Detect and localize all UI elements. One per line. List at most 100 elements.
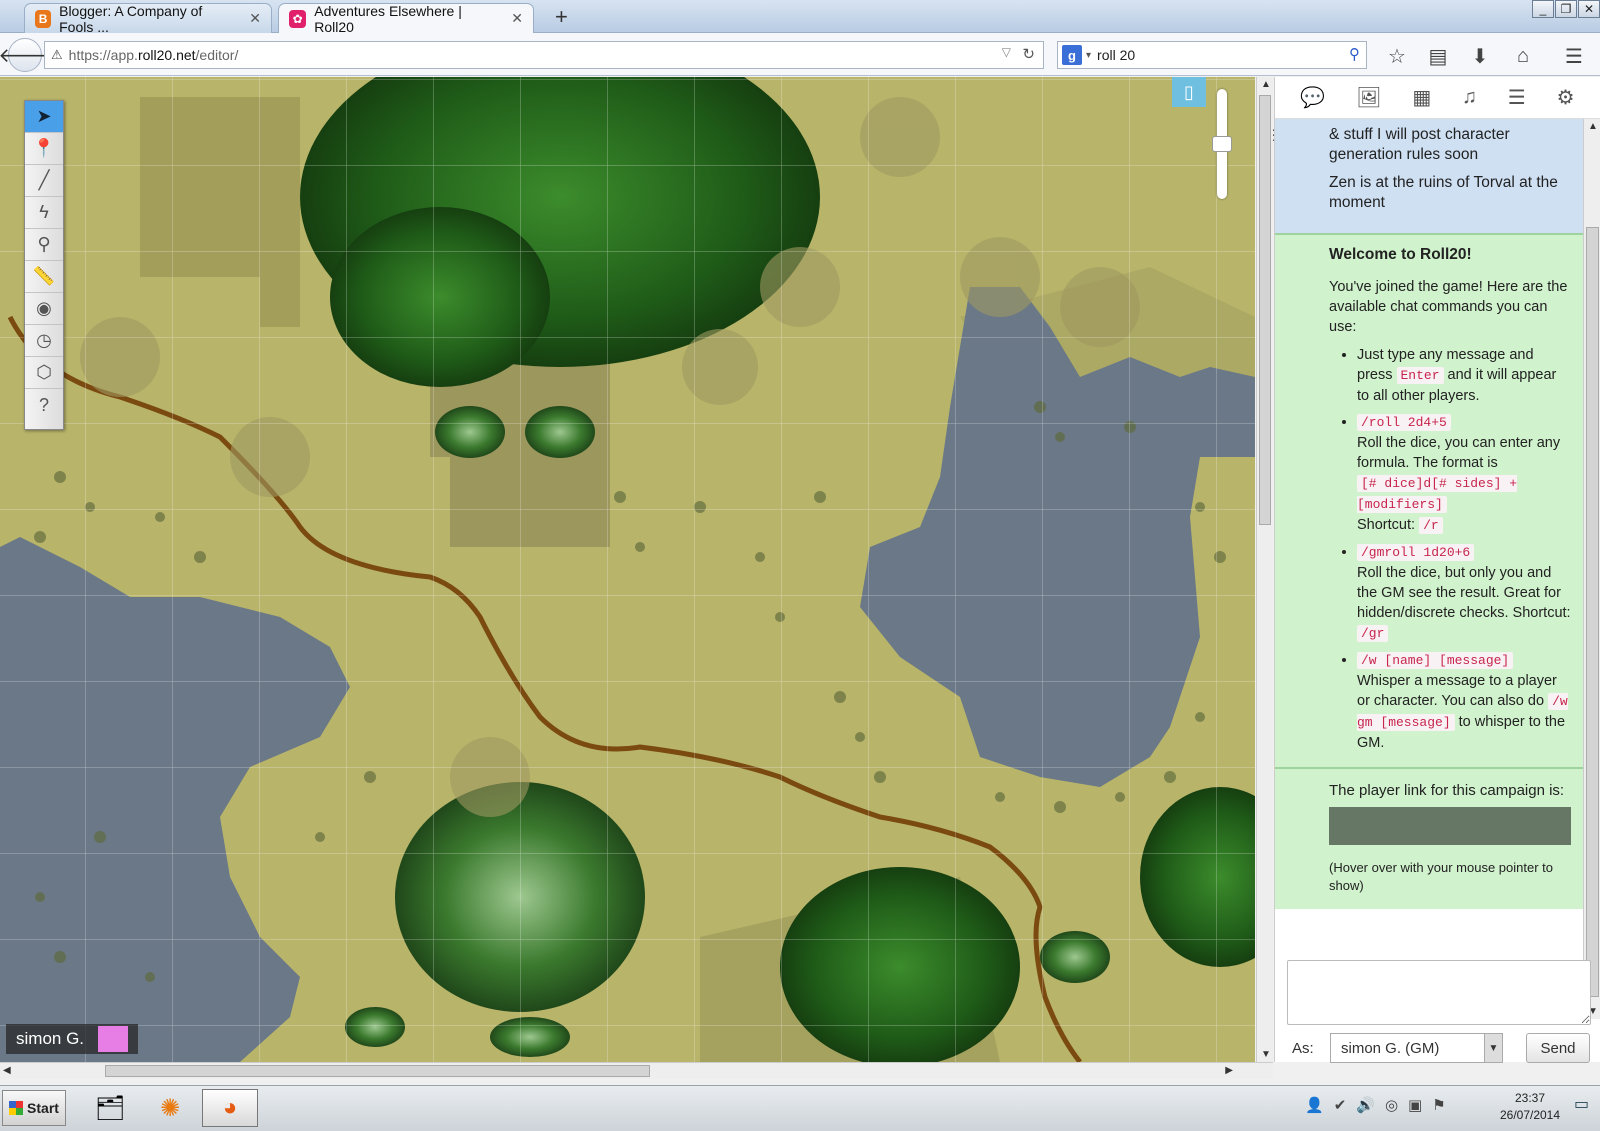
art-library-tab-icon[interactable]: 🖼	[1356, 85, 1381, 110]
player-link-label: The player link for this campaign is:	[1329, 782, 1565, 799]
scroll-up-icon[interactable]: ▲	[1588, 121, 1598, 132]
volume-icon[interactable]: 🔊	[1356, 1096, 1375, 1114]
show-desktop-icon[interactable]: ▭	[1574, 1094, 1594, 1122]
fog-tool[interactable]: ◉	[25, 293, 63, 325]
search-engine-dropdown-icon[interactable]: ▾	[1086, 50, 1091, 61]
journal-tab-icon[interactable]: ▦	[1412, 85, 1431, 110]
search-icon[interactable]: ⚲	[1349, 45, 1360, 63]
close-window-button[interactable]: ✕	[1578, 0, 1600, 18]
list-item: /gmroll 1d20+6 Roll the dice, but only y…	[1357, 542, 1571, 644]
welcome-title: Welcome to Roll20!	[1329, 246, 1472, 263]
security-icon[interactable]: ✔	[1334, 1096, 1347, 1114]
restore-button[interactable]: ❐	[1555, 0, 1577, 18]
scroll-thumb[interactable]	[1259, 95, 1271, 525]
scroll-right-icon[interactable]: ▶	[1225, 1065, 1233, 1076]
chat-text: generation rules soon	[1329, 146, 1479, 163]
chat-message: & stuff I will post character generation…	[1275, 119, 1583, 235]
blogger-icon: B	[35, 9, 52, 28]
brush-icon: ╱	[38, 170, 50, 190]
clock-time: 23:37	[1514, 1091, 1546, 1105]
scroll-down-icon[interactable]: ▼	[1261, 1049, 1271, 1060]
taskbar-clock[interactable]: 23:37 26/07/2014	[1490, 1090, 1570, 1124]
zoom-slider[interactable]	[1212, 89, 1232, 199]
speak-as-select[interactable]: simon G. (GM) ▼	[1330, 1033, 1503, 1063]
select-tool[interactable]: ➤	[25, 101, 63, 133]
search-bar[interactable]: g ▾ roll 20 ⚲	[1057, 41, 1367, 69]
scroll-up-icon[interactable]: ▲	[1261, 79, 1271, 90]
player-link-box[interactable]	[1329, 807, 1571, 845]
page-toolbar-toggle[interactable]: ▯	[1172, 77, 1206, 107]
system-tray: 👤 ✔ 🔊 ◎ ▣ ⚑	[1305, 1096, 1446, 1114]
back-button[interactable]: 🡐	[0, 38, 52, 72]
welcome-intro: You've joined the game! Here are the ava…	[1329, 279, 1568, 335]
firefox-taskbar-icon[interactable]: ◕	[202, 1089, 258, 1127]
map-vertical-scrollbar[interactable]: ▲ ▼	[1256, 77, 1273, 1062]
select-icon: ➤	[36, 106, 52, 126]
bookmark-star-icon[interactable]: ☆	[1383, 42, 1411, 70]
eye-icon: ◉	[36, 298, 52, 318]
url-dropdown-icon[interactable]: ▽	[1002, 45, 1011, 59]
turn-order-tool[interactable]: ◷	[25, 325, 63, 357]
send-button[interactable]: Send	[1526, 1033, 1590, 1063]
close-tab-icon[interactable]: ✕	[249, 10, 261, 27]
chat-tab-icon[interactable]: 💬	[1300, 85, 1325, 110]
sidebar-tabs: 💬 🖼 ▦ ♫ ☰ ⚙	[1275, 77, 1600, 119]
url-bar[interactable]: ⚠ https://app. roll20.net/editor/ ▽ ↻	[44, 41, 1044, 69]
tab-blogger[interactable]: B Blogger: A Company of Fools ... ✕	[24, 2, 272, 35]
settings-tab-icon[interactable]: ⚙	[1557, 85, 1575, 110]
explorer-taskbar-icon[interactable]: 🗂	[82, 1089, 138, 1127]
command-code: Enter	[1396, 367, 1444, 384]
fx-tool[interactable]: ϟ	[25, 197, 63, 229]
chat-scrollbar[interactable]: ▲ ▼	[1583, 119, 1600, 1019]
ruler-icon: 📏	[32, 266, 56, 286]
player-link-hint: (Hover over with your mouse pointer to s…	[1329, 860, 1553, 893]
download-icon[interactable]: ⬇	[1466, 42, 1494, 70]
scroll-left-icon[interactable]: ◀	[3, 1065, 11, 1076]
command-list: Just type any message and press Enter an…	[1329, 345, 1571, 753]
command-code: [# dice]d[# sides] + [modifiers]	[1357, 475, 1518, 513]
google-icon[interactable]: g	[1062, 45, 1082, 65]
close-tab-icon[interactable]: ✕	[511, 10, 523, 27]
dice-tool[interactable]: ⬡	[25, 357, 63, 389]
player-color-swatch	[98, 1026, 129, 1052]
update-icon[interactable]: ◎	[1385, 1096, 1398, 1114]
map-horizontal-scrollbar[interactable]: ◀ ▶	[0, 1062, 1273, 1079]
tab-title: Blogger: A Company of Fools ...	[59, 2, 203, 35]
command-code: /roll 2d4+5	[1357, 414, 1451, 431]
minimize-button[interactable]: _	[1532, 0, 1554, 18]
url-domain: roll20.net	[137, 47, 196, 63]
jukebox-tab-icon[interactable]: ♫	[1462, 86, 1477, 109]
help-tool[interactable]: ?	[25, 389, 63, 421]
scroll-thumb[interactable]	[1586, 227, 1599, 997]
tab-roll20[interactable]: ✿ Adventures Elsewhere | Roll20 ✕	[278, 2, 534, 35]
draw-tool[interactable]: ╱	[25, 165, 63, 197]
ruler-tool[interactable]: 📏	[25, 261, 63, 293]
zoom-icon: ⚲	[37, 234, 51, 254]
network-user-icon[interactable]: 👤	[1305, 1096, 1324, 1114]
command-code: /gmroll 1d20+6	[1357, 544, 1475, 561]
reload-icon[interactable]: ↻	[1022, 45, 1035, 63]
tab-title: Adventures Elsewhere | Roll20	[314, 2, 462, 35]
action-center-flag-icon[interactable]: ⚑	[1432, 1096, 1445, 1114]
pin-tool[interactable]: 📍	[25, 133, 63, 165]
new-tab-button[interactable]: +	[555, 4, 568, 30]
collection-tab-icon[interactable]: ☰	[1508, 85, 1526, 110]
avast-taskbar-icon[interactable]: ✺	[142, 1089, 198, 1127]
zoom-tool[interactable]: ⚲	[25, 229, 63, 261]
chat-text: & stuff I will post character	[1329, 126, 1510, 143]
chevron-down-icon[interactable]: ▼	[1484, 1034, 1502, 1062]
player-tag[interactable]: simon G.	[6, 1024, 139, 1054]
device-icon[interactable]: ▣	[1408, 1096, 1422, 1114]
scroll-thumb[interactable]	[105, 1065, 650, 1077]
map-canvas[interactable]: ▯	[0, 77, 1255, 1062]
home-icon[interactable]: ⌂	[1509, 42, 1537, 70]
url-path: /editor/	[195, 47, 239, 63]
bookmarks-icon[interactable]: ▤	[1424, 42, 1452, 70]
sidebar-panel: 💬 🖼 ▦ ♫ ☰ ⚙ & stuff I will post characte…	[1274, 77, 1600, 1062]
zoom-slider-handle[interactable]	[1212, 136, 1232, 152]
warning-icon: ⚠	[51, 47, 63, 62]
command-text: Roll the dice, but only you and the GM s…	[1357, 565, 1571, 621]
menu-icon[interactable]: ☰	[1560, 42, 1588, 70]
start-button[interactable]: Start	[2, 1090, 66, 1126]
chat-input[interactable]	[1287, 960, 1591, 1025]
